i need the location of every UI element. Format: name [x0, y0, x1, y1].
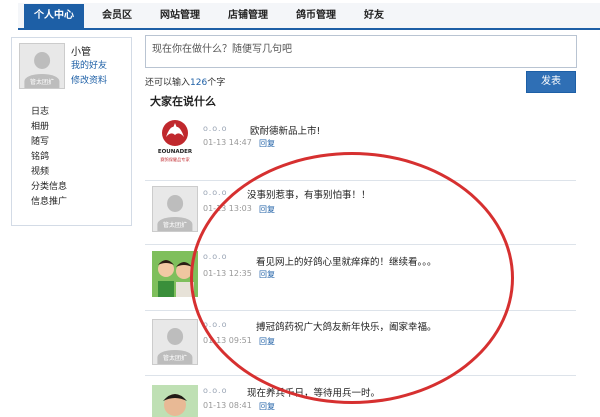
poster-nickname[interactable]: o.o.o [203, 320, 228, 329]
logo-tagline-text: 赛鸽保健品专家 [160, 156, 190, 163]
post-text: 搏冠鸽药祝广大鸽友新年快乐，阖家幸福。 [256, 322, 437, 333]
post-button[interactable]: 发表 [526, 71, 576, 93]
side-menu-item-album[interactable]: 相册 [31, 120, 67, 135]
status-input[interactable]: 现在你在做什么？随便写几句吧 [145, 35, 577, 68]
avatar-watermark: 管太团扩 [162, 355, 187, 362]
avatar[interactable]: 管太团扩 [152, 319, 198, 365]
char-counter-prefix: 还可以输入 [145, 78, 191, 88]
my-friends-link[interactable]: 我的好友 [71, 58, 107, 71]
side-menu-item-blog[interactable]: 日志 [31, 105, 67, 120]
tab-members[interactable]: 会员区 [92, 4, 142, 28]
feed-item: 管太团扩 o.o.o 没事别惹事，有事别怕事！！ 01-13 13:03 回复 [145, 181, 576, 245]
avatar-head-shape [34, 51, 50, 69]
reply-link[interactable]: 回复 [259, 269, 275, 280]
username: 小管 [71, 47, 91, 58]
top-nav: 个人中心 会员区 网站管理 店铺管理 鸽币管理 好友 [0, 0, 600, 31]
reply-link[interactable]: 回复 [259, 204, 275, 215]
tab-coin-management[interactable]: 鸽币管理 [286, 4, 346, 28]
nav-bar: 个人中心 会员区 网站管理 店铺管理 鸽币管理 好友 [18, 3, 600, 30]
side-menu-item-videos[interactable]: 视频 [31, 165, 67, 180]
feed-title: 大家在说什么 [150, 95, 216, 108]
post-text: 没事别惹事，有事别怕事！！ [247, 190, 371, 201]
side-menu-item-pigeons[interactable]: 铭鸽 [31, 150, 67, 165]
poster-nickname[interactable]: o.o.o [203, 124, 228, 133]
post-text: 看见网上的好鸽心里就痒痒的！继续看。。。 [256, 257, 437, 268]
feed-item: EOUNADER 赛鸽保健品专家 o.o.o 欧耐德新品上市! 01-13 14… [145, 108, 576, 181]
tab-personal-center[interactable]: 个人中心 [24, 4, 84, 28]
tab-site-management[interactable]: 网站管理 [150, 4, 210, 28]
feed-item: 管太团扩 o.o.o 搏冠鸽药祝广大鸽友新年快乐，阖家幸福。 01-13 09:… [145, 311, 576, 376]
phoenix-logo-icon: EOUNADER 赛鸽保健品专家 [158, 120, 193, 163]
post-time: 01-13 13:03 [203, 204, 252, 213]
profile-card: 管太团扩 小管 我的好友 修改资料 日志 相册 随写 铭鸽 视频 分类信息 信息… [11, 37, 132, 226]
reply-link[interactable]: 回复 [259, 138, 275, 149]
avatar-watermark: 管太团扩 [29, 79, 54, 86]
post-time: 01-13 09:51 [203, 336, 252, 345]
char-counter: 还可以输入126个字 [145, 75, 225, 88]
feed-item: o.o.o 看见网上的好鸽心里就痒痒的！继续看。。。 01-13 12:35 回… [145, 245, 576, 311]
kids-photo-icon [152, 251, 198, 297]
side-menu-item-promotion[interactable]: 信息推广 [31, 195, 67, 210]
feed-item: o.o.o 现在养兵千日，等待用兵一时。 01-13 08:41 回复 [145, 376, 576, 417]
avatar[interactable]: 管太团扩 [19, 43, 65, 89]
char-counter-value: 126 [190, 78, 208, 88]
avatar-head-shape [167, 327, 183, 345]
post-text: 欧耐德新品上市! [250, 126, 321, 137]
avatar[interactable] [152, 251, 198, 297]
edit-profile-link[interactable]: 修改资料 [71, 73, 107, 86]
post-text: 现在养兵千日，等待用兵一时。 [247, 388, 381, 399]
man-photo-icon [152, 385, 198, 417]
post-time: 01-13 14:47 [203, 138, 252, 147]
avatar-watermark: 管太团扩 [162, 222, 187, 229]
reply-link[interactable]: 回复 [259, 336, 275, 347]
reply-link[interactable]: 回复 [259, 401, 275, 412]
tab-friends[interactable]: 好友 [354, 4, 394, 28]
avatar[interactable] [152, 385, 198, 417]
poster-nickname[interactable]: o.o.o [203, 252, 228, 261]
side-menu-item-notes[interactable]: 随写 [31, 135, 67, 150]
char-counter-suffix: 个字 [207, 78, 226, 88]
post-time: 01-13 08:41 [203, 401, 252, 410]
avatar[interactable]: 管太团扩 [152, 186, 198, 232]
poster-nickname[interactable]: o.o.o [203, 386, 228, 395]
post-time: 01-13 12:35 [203, 269, 252, 278]
avatar-head-shape [167, 194, 183, 212]
logo-brand-text: EOUNADER [158, 149, 193, 155]
side-menu-item-classifieds[interactable]: 分类信息 [31, 180, 67, 195]
poster-nickname[interactable]: o.o.o [203, 188, 228, 197]
side-menu: 日志 相册 随写 铭鸽 视频 分类信息 信息推广 [31, 105, 67, 210]
tab-shop-management[interactable]: 店铺管理 [218, 4, 278, 28]
brand-logo-icon[interactable]: EOUNADER 赛鸽保健品专家 [152, 117, 198, 163]
